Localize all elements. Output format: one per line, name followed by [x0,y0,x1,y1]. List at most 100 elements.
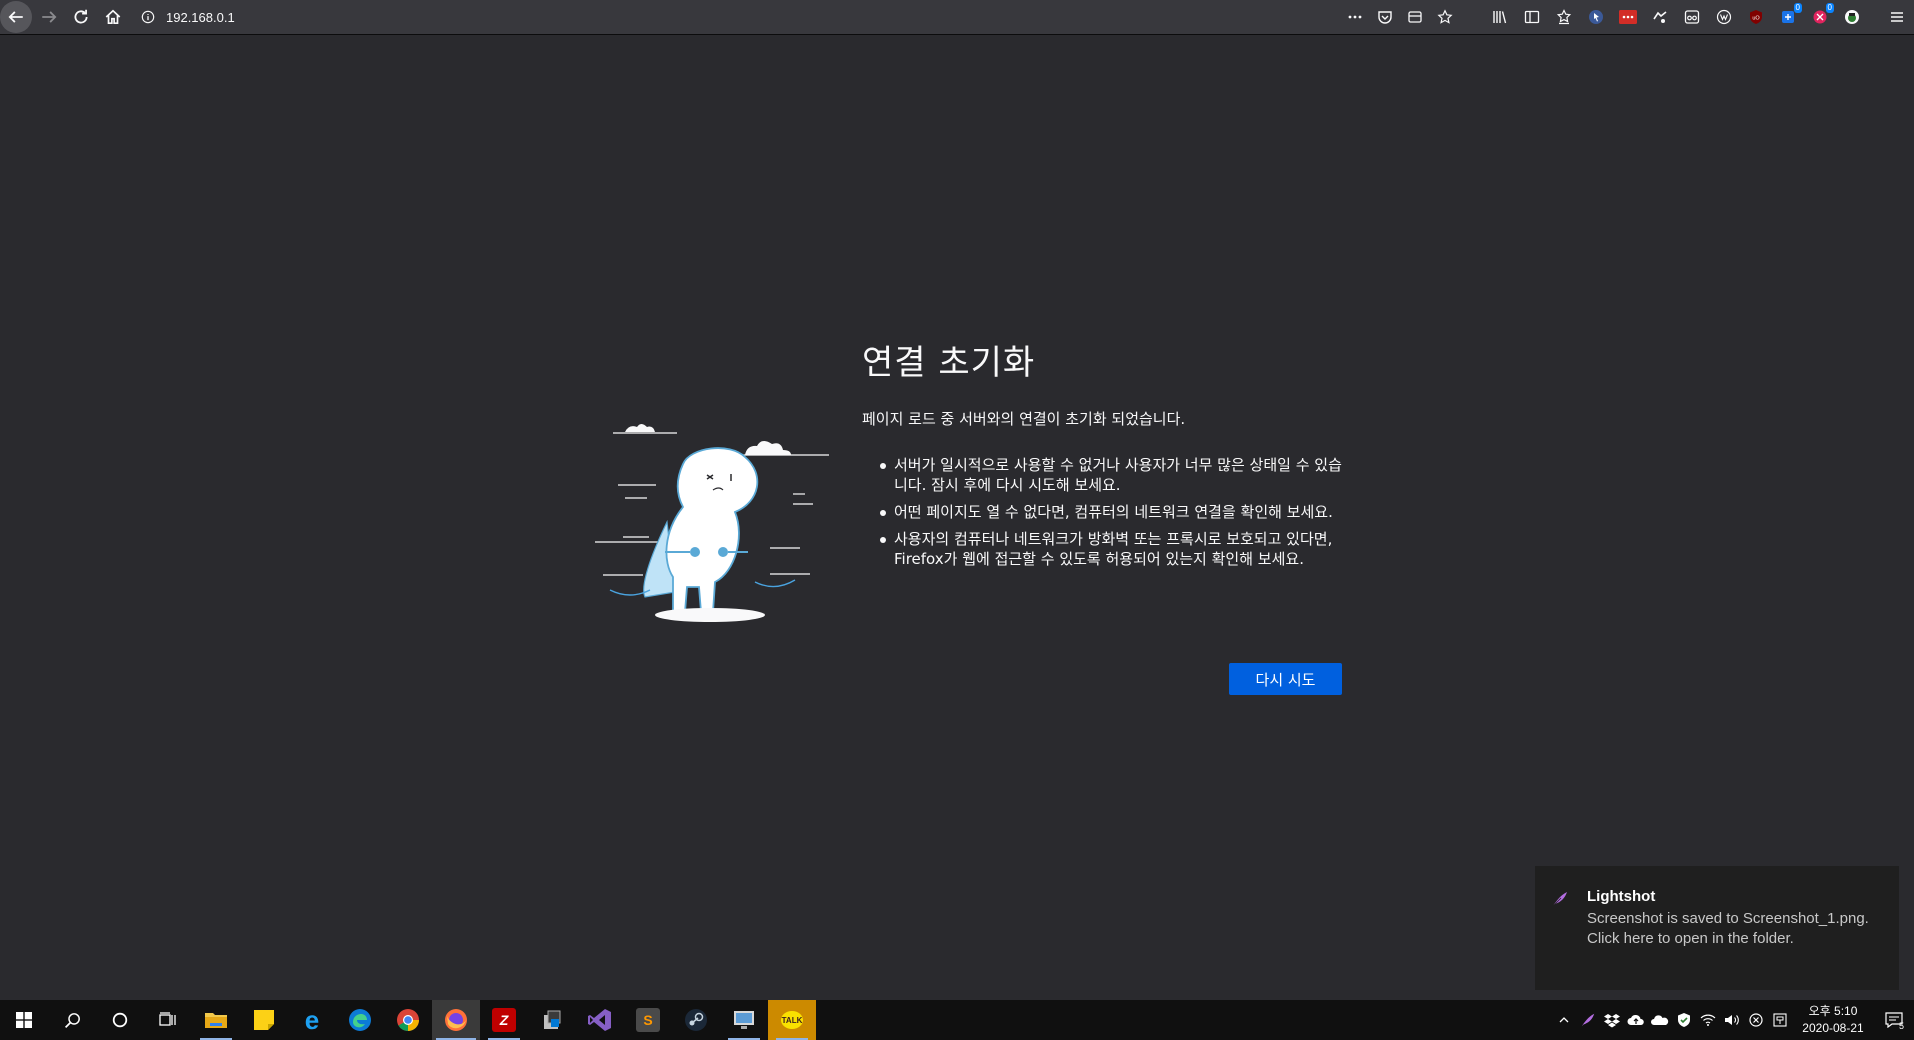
taskbar-kakaotalk[interactable]: TALK [768,1000,816,1040]
ublock-icon[interactable]: uO [1744,5,1768,29]
taskbar-chrome[interactable] [384,1000,432,1040]
toast-title: Lightshot [1587,888,1656,905]
cloud-upload-icon[interactable] [1624,1000,1648,1040]
taskbar-filezilla[interactable]: Z [480,1000,528,1040]
sublime-text-icon: S [636,1008,660,1032]
start-button[interactable] [0,1000,48,1040]
visual-studio-icon [588,1009,611,1031]
search-icon [64,1012,80,1028]
onedrive-icon[interactable] [1648,1000,1672,1040]
clock-date: 2020-08-21 [1802,1021,1864,1035]
dinosaur-illustration [595,424,829,622]
retry-button[interactable]: 다시 시도 [1229,663,1342,695]
url-text[interactable]: 192.168.0.1 [166,10,235,25]
extension-badge-count: 0 [1793,3,1802,13]
back-button[interactable] [0,1,32,33]
task-view-button[interactable] [144,1000,192,1040]
taskbar-visual-studio[interactable] [576,1000,624,1040]
forward-button[interactable] [34,2,64,32]
browser-toolbar: 192.168.0.1 uO 0 0 [0,0,1914,35]
store-bag-icon [544,1010,561,1029]
toast-body: Lightshot Screenshot is saved to Screens… [1587,888,1887,990]
arrow-right-icon [42,11,57,23]
error-description: 페이지 로드 중 서버와의 연결이 초기화 되었습니다. [862,410,1186,428]
bookmark-star-icon[interactable] [1434,6,1456,28]
library-icon[interactable] [1488,5,1512,29]
lightshot-notification[interactable]: Lightshot Screenshot is saved to Screens… [1535,866,1899,990]
suggestion-item: 사용자의 컴퓨터나 네트워크가 방화벽 또는 프록시로 보호되고 있다면, Fi… [880,529,1352,569]
hamburger-menu-button[interactable] [1884,4,1910,30]
extension-badge-count: 0 [1825,3,1834,13]
folder-icon [205,1013,227,1028]
task-view-icon [159,1012,176,1026]
input-method-icon[interactable] [1768,1000,1792,1040]
sidebar-icon[interactable] [1520,5,1544,29]
edge-icon [349,1009,371,1031]
cursor-extension-icon[interactable] [1584,5,1608,29]
taskbar-file-explorer[interactable] [192,1000,240,1040]
home-button[interactable] [98,2,128,32]
action-center-button[interactable]: 5 [1874,1000,1914,1040]
taskbar-internet-explorer[interactable]: e [288,1000,336,1040]
firefox-icon [445,1009,467,1031]
page-actions-icon[interactable] [1344,6,1366,28]
chevron-up-icon[interactable] [1552,1000,1576,1040]
windows-logo-icon [16,1012,32,1028]
error-suggestions: 서버가 일시적으로 사용할 수 없거나 사용자가 너무 많은 상태일 수 있습니… [862,455,1352,569]
feather-icon [1552,892,1567,907]
info-icon[interactable] [140,9,156,25]
error-title: 연결 초기화 [862,343,1036,383]
taskbar-sublime-text[interactable]: S [624,1000,672,1040]
clock-time: 오후 5:10 [1808,1004,1858,1018]
system-clock[interactable]: 오후 5:10 2020-08-21 [1792,1003,1874,1037]
reload-icon [74,9,88,24]
url-actions [1344,3,1456,31]
toast-message: Screenshot is saved to Screenshot_1.png.… [1587,910,1869,947]
search-button[interactable] [48,1000,96,1040]
kakaotalk-icon: TALK [781,1011,803,1029]
notification-count: 5 [1898,1021,1904,1031]
sticky-note-icon [254,1010,274,1030]
suggestion-item: 어떤 페이지도 열 수 없다면, 컴퓨터의 네트워크 연결을 확인해 보세요. [880,502,1352,522]
extension-bar: uO 0 0 [1488,2,1864,32]
steam-icon [685,1009,707,1031]
hamburger-menu-icon [1891,12,1903,22]
url-bar[interactable]: 192.168.0.1 [132,3,1456,31]
badge-extension-icon-1[interactable]: 0 [1776,3,1802,29]
taskbar-edge[interactable] [336,1000,384,1040]
windows-taskbar: e Z S TALK 오후 5:10 2020-08-21 5 [0,1000,1914,1040]
system-tray: 오후 5:10 2020-08-21 5 [1552,1000,1914,1040]
reload-button[interactable] [66,2,96,32]
taskbar-sticky-notes[interactable] [240,1000,288,1040]
translate-extension-icon[interactable] [1648,5,1672,29]
security-shield-icon[interactable] [1672,1000,1696,1040]
profile-extension-icon[interactable] [1840,5,1864,29]
volume-icon[interactable] [1720,1000,1744,1040]
glasses-extension-icon[interactable] [1680,5,1704,29]
close-circle-icon[interactable] [1744,1000,1768,1040]
lightshot-tray-icon[interactable] [1576,1000,1600,1040]
chrome-icon [397,1009,419,1031]
lastpass-icon[interactable] [1616,5,1640,29]
error-content: 연결 초기화 페이지 로드 중 서버와의 연결이 초기화 되었습니다. 서버가 … [862,335,1352,576]
cortana-icon [112,1012,128,1028]
taskbar-app-store[interactable] [528,1000,576,1040]
taskbar-remote-desktop[interactable] [720,1000,768,1040]
svg-text:uO: uO [1752,16,1760,22]
home-icon [105,9,121,25]
taskbar-steam[interactable] [672,1000,720,1040]
badge-extension-icon-2[interactable]: 0 [1808,3,1834,29]
wikipedia-extension-icon[interactable] [1712,5,1736,29]
taskbar-firefox[interactable] [432,1000,480,1040]
filezilla-icon: Z [492,1008,516,1032]
suggestion-item: 서버가 일시적으로 사용할 수 없거나 사용자가 너무 많은 상태일 수 있습니… [880,455,1352,495]
internet-explorer-icon: e [304,1004,320,1035]
pocket-icon[interactable] [1374,6,1396,28]
remote-desktop-icon [734,1011,754,1029]
star-list-icon[interactable] [1552,5,1576,29]
cortana-button[interactable] [96,1000,144,1040]
reader-view-icon[interactable] [1404,6,1426,28]
dropbox-icon[interactable] [1600,1000,1624,1040]
wifi-icon[interactable] [1696,1000,1720,1040]
arrow-left-icon [8,11,23,23]
